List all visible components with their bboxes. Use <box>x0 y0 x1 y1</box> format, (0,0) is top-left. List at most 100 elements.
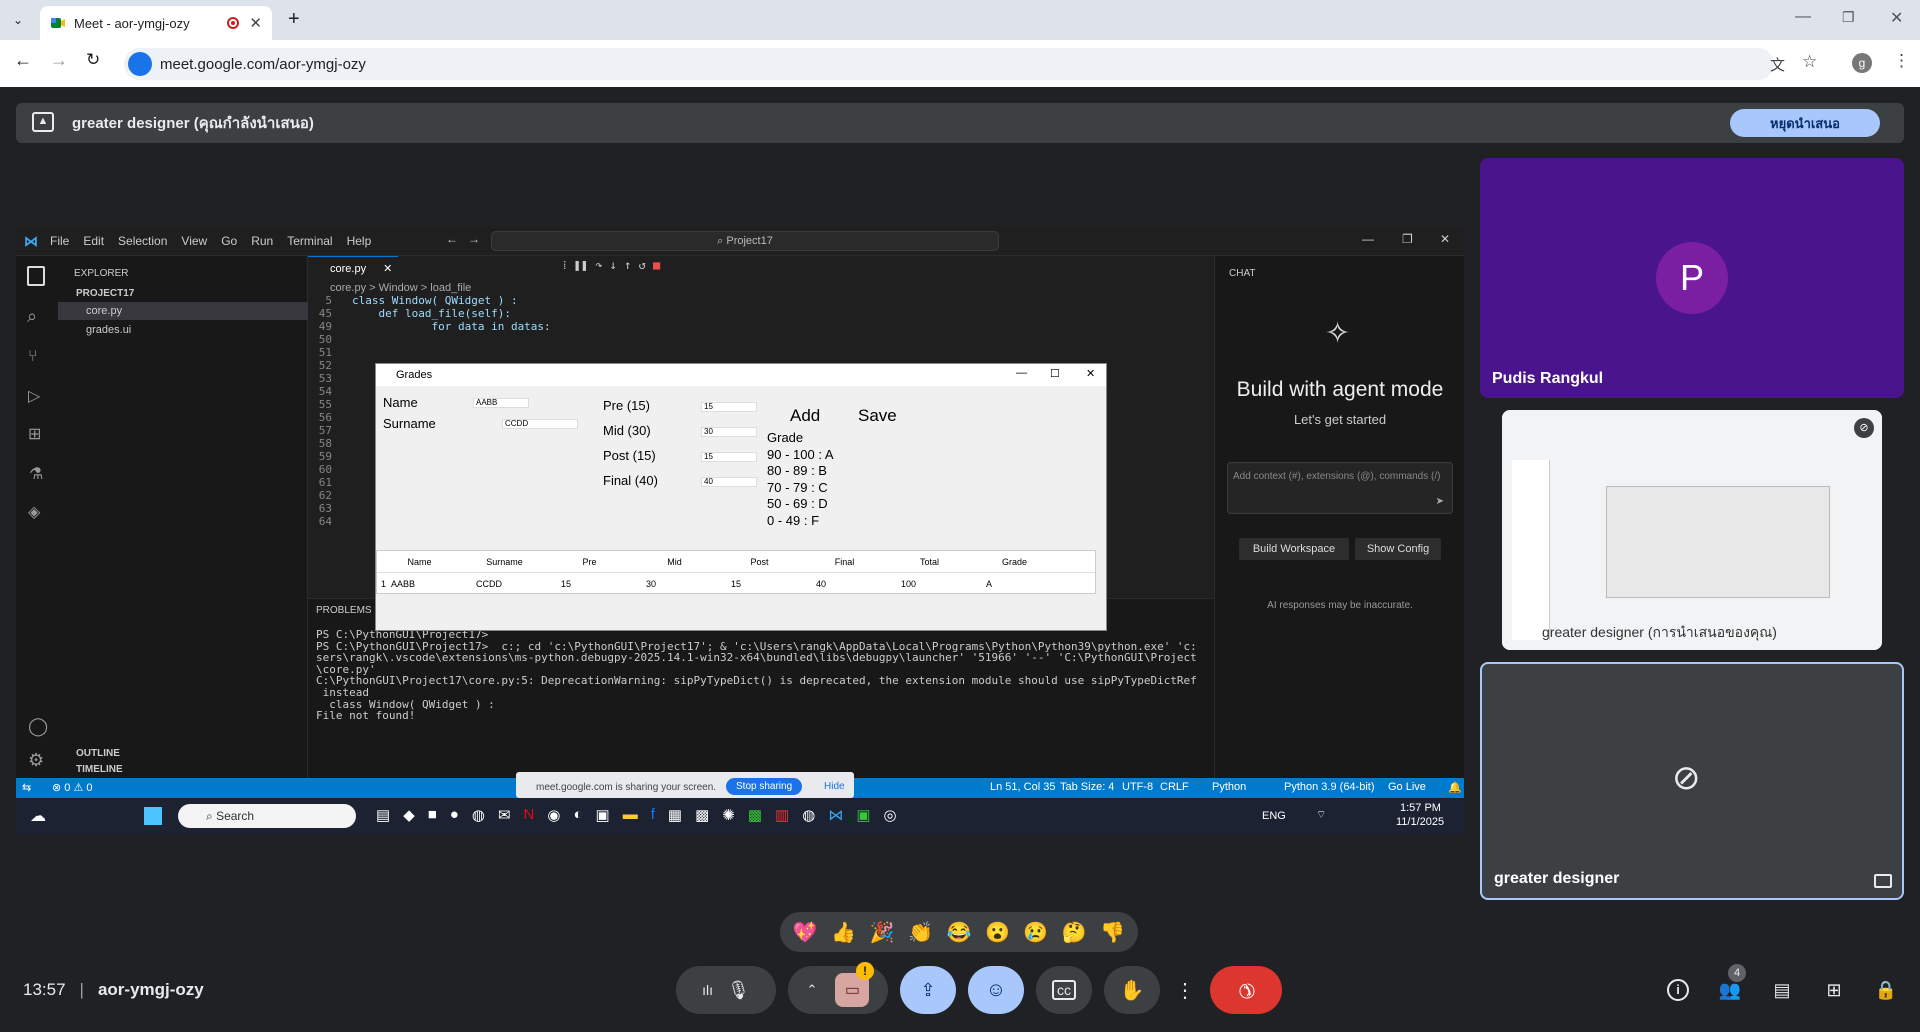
stop-sharing-button[interactable]: Stop sharing <box>726 778 803 795</box>
breadcrumb-class[interactable]: Window <box>379 282 418 294</box>
minimize-icon[interactable]: — <box>1016 367 1027 379</box>
files-icon[interactable] <box>27 266 45 286</box>
table-cell[interactable]: AABB <box>391 579 476 589</box>
address-bar[interactable]: meet.google.com/aor-ymgj-ozy <box>124 48 1774 80</box>
code-line[interactable]: 50 <box>308 333 1188 346</box>
restore-icon[interactable]: ❐ <box>1842 9 1855 26</box>
timeline-section[interactable]: TIMELINE <box>76 764 123 775</box>
app-icon[interactable]: ◍ <box>802 806 815 824</box>
thumbs-up-reaction-icon[interactable]: 👍 <box>831 920 856 945</box>
clock-date[interactable]: 11/1/2025 <box>1396 816 1444 828</box>
project-folder[interactable]: PROJECT17 <box>76 288 134 299</box>
extensions-icon[interactable]: ⊞ <box>28 424 41 444</box>
column-header[interactable]: Post <box>717 557 802 567</box>
reactions-button[interactable]: ☺ <box>968 966 1024 1014</box>
windows-start-icon[interactable] <box>144 807 162 825</box>
code-line[interactable]: 5 class Window( QWidget ) : <box>308 294 1188 307</box>
menu-edit[interactable]: Edit <box>83 234 104 248</box>
activities-button[interactable]: ⊞ <box>1820 976 1848 1004</box>
party-reaction-icon[interactable]: 🎉 <box>870 920 895 945</box>
mic-button[interactable]: ılı 🎙 <box>676 966 776 1014</box>
file-grades-ui[interactable]: grades.ui <box>86 324 131 336</box>
app-icon[interactable]: ◐ <box>573 806 582 824</box>
chat-input[interactable]: Add context (#), extensions (@), command… <box>1227 462 1453 514</box>
column-header[interactable]: Final <box>802 557 887 567</box>
eol[interactable]: CRLF <box>1160 781 1189 793</box>
app-icon[interactable]: N <box>524 806 535 824</box>
nav-back-icon[interactable]: ← <box>446 232 458 246</box>
taskbar-search[interactable]: ⌕ Search <box>178 804 356 828</box>
hide-button[interactable]: Hide <box>824 781 845 792</box>
table-row[interactable]: 1 AABB CCDD 15 30 15 40 100 A <box>377 573 1095 595</box>
app-icon[interactable]: ▦ <box>668 806 682 824</box>
app-icon[interactable]: ■ <box>428 806 437 824</box>
self-view-tile[interactable]: ⊘ greater designer <box>1480 662 1904 900</box>
code-line[interactable]: 45 def load_file(self): <box>308 307 1188 320</box>
column-header[interactable]: Surname <box>462 557 547 567</box>
table-cell[interactable]: 15 <box>561 579 646 589</box>
captions-button[interactable]: cc <box>1036 966 1092 1014</box>
language-indicator[interactable]: ENG <box>1262 810 1286 822</box>
present-screen-button[interactable]: ⇪ <box>900 966 956 1014</box>
final-input[interactable]: 40 <box>701 477 757 487</box>
close-tab-icon[interactable]: ✕ <box>249 14 262 32</box>
app-icon[interactable]: ▤ <box>376 806 390 824</box>
panel-tab-problems[interactable]: PROBLEMS <box>316 605 372 616</box>
app-icon[interactable]: f <box>651 806 655 824</box>
file-core-py[interactable]: core.py <box>58 302 308 320</box>
sad-reaction-icon[interactable]: 😢 <box>1023 920 1048 945</box>
nav-forward-icon[interactable]: → <box>468 232 480 246</box>
bell-icon[interactable]: 🔔 <box>1448 781 1462 794</box>
app-icon[interactable]: ▩ <box>695 806 709 824</box>
code-line[interactable]: 51 <box>308 346 1188 359</box>
translate-icon[interactable]: 文 <box>1770 54 1785 75</box>
python-interpreter[interactable]: Python 3.9 (64-bit) <box>1284 781 1375 793</box>
name-input[interactable]: AABB <box>473 398 529 408</box>
clock-time[interactable]: 1:57 PM <box>1400 802 1441 814</box>
app-icon[interactable]: ▬ <box>623 806 638 824</box>
menu-selection[interactable]: Selection <box>118 234 167 248</box>
clap-reaction-icon[interactable]: 👏 <box>908 920 933 945</box>
pre-input[interactable]: 15 <box>701 402 757 412</box>
surprised-reaction-icon[interactable]: 😮 <box>985 920 1010 945</box>
app-icon[interactable]: ▥ <box>775 806 789 824</box>
breadcrumb-method[interactable]: load_file <box>430 282 471 294</box>
app-icon[interactable]: ● <box>450 806 459 824</box>
stop-presenting-button[interactable]: หยุดนำเสนอ <box>1730 109 1880 137</box>
pip-icon[interactable] <box>1874 874 1892 888</box>
wifi-icon[interactable]: ⌔ <box>1316 808 1326 822</box>
close-icon[interactable]: ✕ <box>1086 367 1095 380</box>
app-icon[interactable]: ◉ <box>547 806 560 824</box>
menu-view[interactable]: View <box>181 234 207 248</box>
minimize-icon[interactable]: — <box>1795 8 1811 26</box>
run-debug-icon[interactable]: ▷ <box>28 386 40 406</box>
table-cell[interactable]: 40 <box>816 579 901 589</box>
column-header[interactable]: Total <box>887 557 972 567</box>
python-icon[interactable]: ◈ <box>28 502 40 522</box>
menu-help[interactable]: Help <box>347 234 372 248</box>
source-control-icon[interactable]: ⑂ <box>28 348 38 366</box>
weather-icon[interactable]: ☁ <box>30 806 46 826</box>
heart-reaction-icon[interactable]: 💖 <box>793 920 818 945</box>
settings-gear-icon[interactable]: ⚙ <box>28 750 44 771</box>
table-cell[interactable]: CCDD <box>476 579 561 589</box>
app-icon[interactable]: ◍ <box>472 806 485 824</box>
close-tab-icon[interactable]: ✕ <box>383 263 392 275</box>
cursor-position[interactable]: Ln 51, Col 35 <box>990 781 1055 793</box>
column-header[interactable]: Name <box>377 557 462 567</box>
debug-toolbar[interactable]: ⁞ ❚❚ ↷ ↓ ↑ ↺ ■ <box>563 258 660 273</box>
send-icon[interactable]: ➤ <box>1436 496 1444 507</box>
editor-tab[interactable]: core.py ✕ <box>308 256 398 278</box>
remote-icon[interactable]: ⇆ <box>22 781 31 794</box>
bookmark-star-icon[interactable]: ☆ <box>1802 52 1817 72</box>
menu-file[interactable]: File <box>50 234 69 248</box>
chat-button[interactable]: ▤ <box>1768 976 1796 1004</box>
menu-terminal[interactable]: Terminal <box>287 234 332 248</box>
app-icon[interactable]: ✺ <box>722 806 735 824</box>
add-button[interactable]: Add <box>790 406 821 426</box>
build-workspace-button[interactable]: Build Workspace <box>1239 538 1349 560</box>
raise-hand-button[interactable]: ✋ <box>1104 966 1160 1014</box>
maximize-icon[interactable]: ☐ <box>1050 367 1060 380</box>
table-cell[interactable]: A <box>986 579 1071 589</box>
column-header[interactable]: Mid <box>632 557 717 567</box>
